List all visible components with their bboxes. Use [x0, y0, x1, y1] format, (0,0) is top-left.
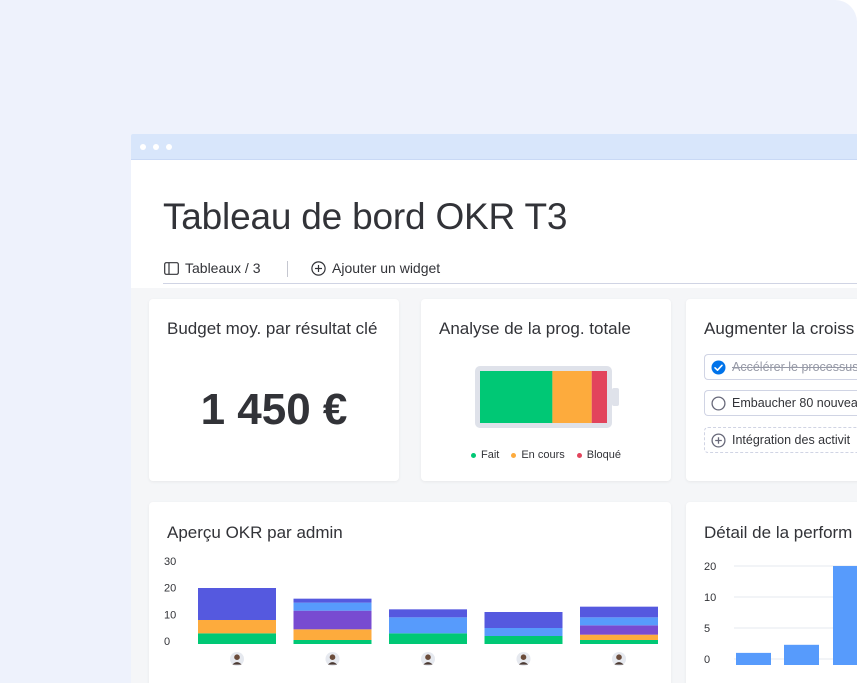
legend-dot-icon [576, 452, 582, 458]
legend-dot-icon [470, 452, 476, 458]
app-window: Tableau de bord OKR T3 Tableaux / 3 Ajou… [131, 134, 857, 683]
page-title: Tableau de bord OKR T3 [163, 196, 568, 237]
budget-value: 1 450 € [200, 385, 348, 434]
legend-item-done: Fait [470, 449, 500, 461]
task-label: Embaucher 80 nouveau [732, 396, 857, 410]
bar-segment [484, 628, 563, 636]
bar-segment [198, 620, 276, 634]
plus-circle-icon [311, 260, 326, 276]
progress-legend: Fait En cours Bloqué [421, 449, 671, 461]
y-tick-label: 20 [164, 583, 176, 595]
circle-icon[interactable] [711, 395, 726, 411]
bar-segment [484, 612, 563, 628]
boards-label: Tableaux / 3 [185, 260, 261, 276]
battery-segment [480, 371, 553, 423]
bar-segment [580, 640, 658, 644]
battery-segment [591, 371, 607, 423]
bar-segment [580, 606, 658, 618]
bar-segment [198, 633, 276, 644]
y-tick-label: 5 [704, 623, 710, 635]
performance-widget[interactable]: Détail de la perform 0 5 10 20 [686, 502, 857, 683]
y-tick-label: 30 [164, 556, 176, 568]
add-widget-button[interactable]: Ajouter un widget [311, 258, 440, 278]
bar-segment [389, 609, 467, 618]
legend-label-stuck: Bloqué [586, 449, 622, 461]
task-item[interactable]: Accélérer le processus [704, 354, 857, 380]
legend-label-working: En cours [521, 449, 565, 461]
bar-segment [580, 625, 658, 635]
admin-avatar[interactable] [421, 652, 435, 666]
bar-segment [293, 610, 372, 630]
window-dot-icon [153, 144, 159, 150]
task-item[interactable]: Embaucher 80 nouveau [704, 390, 857, 416]
budget-widget-title: Budget moy. par résultat clé [167, 319, 378, 338]
legend-item-working: En cours [511, 449, 565, 461]
check-circle-icon[interactable] [711, 360, 726, 375]
progress-widget[interactable]: Analyse de la prog. totale Fait En cours… [421, 299, 671, 481]
bar [736, 652, 771, 665]
dashboard-header: Tableau de bord OKR T3 Tableaux / 3 Ajou… [131, 160, 857, 288]
task-label: Accélérer le processus [732, 360, 857, 374]
window-dot-icon [166, 144, 172, 150]
battery-segment [552, 371, 592, 423]
bar-segment [580, 617, 658, 626]
y-tick-label: 0 [164, 636, 170, 648]
y-tick-label: 10 [704, 592, 716, 604]
board-icon [164, 261, 179, 275]
bar-segment [293, 640, 372, 644]
toolbar-divider [287, 261, 288, 277]
legend-dot-icon [511, 452, 517, 458]
bar [784, 644, 819, 665]
y-tick-label: 0 [704, 654, 710, 666]
admin-overview-chart: 0 10 20 30 [164, 556, 658, 666]
admin-avatar[interactable] [516, 652, 531, 666]
admin-overview-widget[interactable]: Aperçu OKR par admin 0 10 20 30 [149, 502, 671, 683]
bar [833, 566, 857, 665]
progress-widget-title: Analyse de la prog. totale [439, 319, 631, 338]
admin-avatar[interactable] [230, 652, 244, 666]
performance-chart: 0 5 10 20 [704, 561, 857, 666]
y-tick-label: 10 [164, 609, 176, 621]
window-dot-icon [140, 144, 146, 150]
bar-segment [293, 598, 372, 603]
tasks-widget-title: Augmenter la croiss [704, 319, 855, 338]
plus-circle-icon[interactable] [711, 432, 726, 448]
boards-button[interactable]: Tableaux / 3 [164, 258, 261, 278]
bar-segment [293, 629, 372, 640]
admin-avatar[interactable] [612, 652, 626, 666]
window-titlebar [131, 134, 857, 160]
dashboard-toolbar: Tableaux / 3 Ajouter un widget [163, 258, 857, 284]
bar-segment [484, 636, 563, 644]
tasks-widget[interactable]: Augmenter la croiss Accélérer le process… [686, 299, 857, 481]
task-label: Intégration des activit [732, 433, 851, 447]
admin-avatar[interactable] [325, 652, 340, 666]
add-widget-label: Ajouter un widget [332, 260, 441, 276]
legend-item-stuck: Bloqué [576, 449, 622, 461]
progress-battery [475, 366, 619, 428]
bar-segment [198, 588, 276, 620]
legend-label-done: Fait [480, 449, 500, 461]
y-tick-label: 20 [704, 561, 716, 573]
bar-segment [293, 602, 372, 611]
budget-widget[interactable]: Budget moy. par résultat clé 1 450 € [149, 299, 399, 481]
bar-segment [580, 634, 658, 640]
task-item-add[interactable]: Intégration des activit [704, 427, 857, 453]
bar-segment [389, 633, 467, 644]
bar-segment [389, 617, 467, 634]
